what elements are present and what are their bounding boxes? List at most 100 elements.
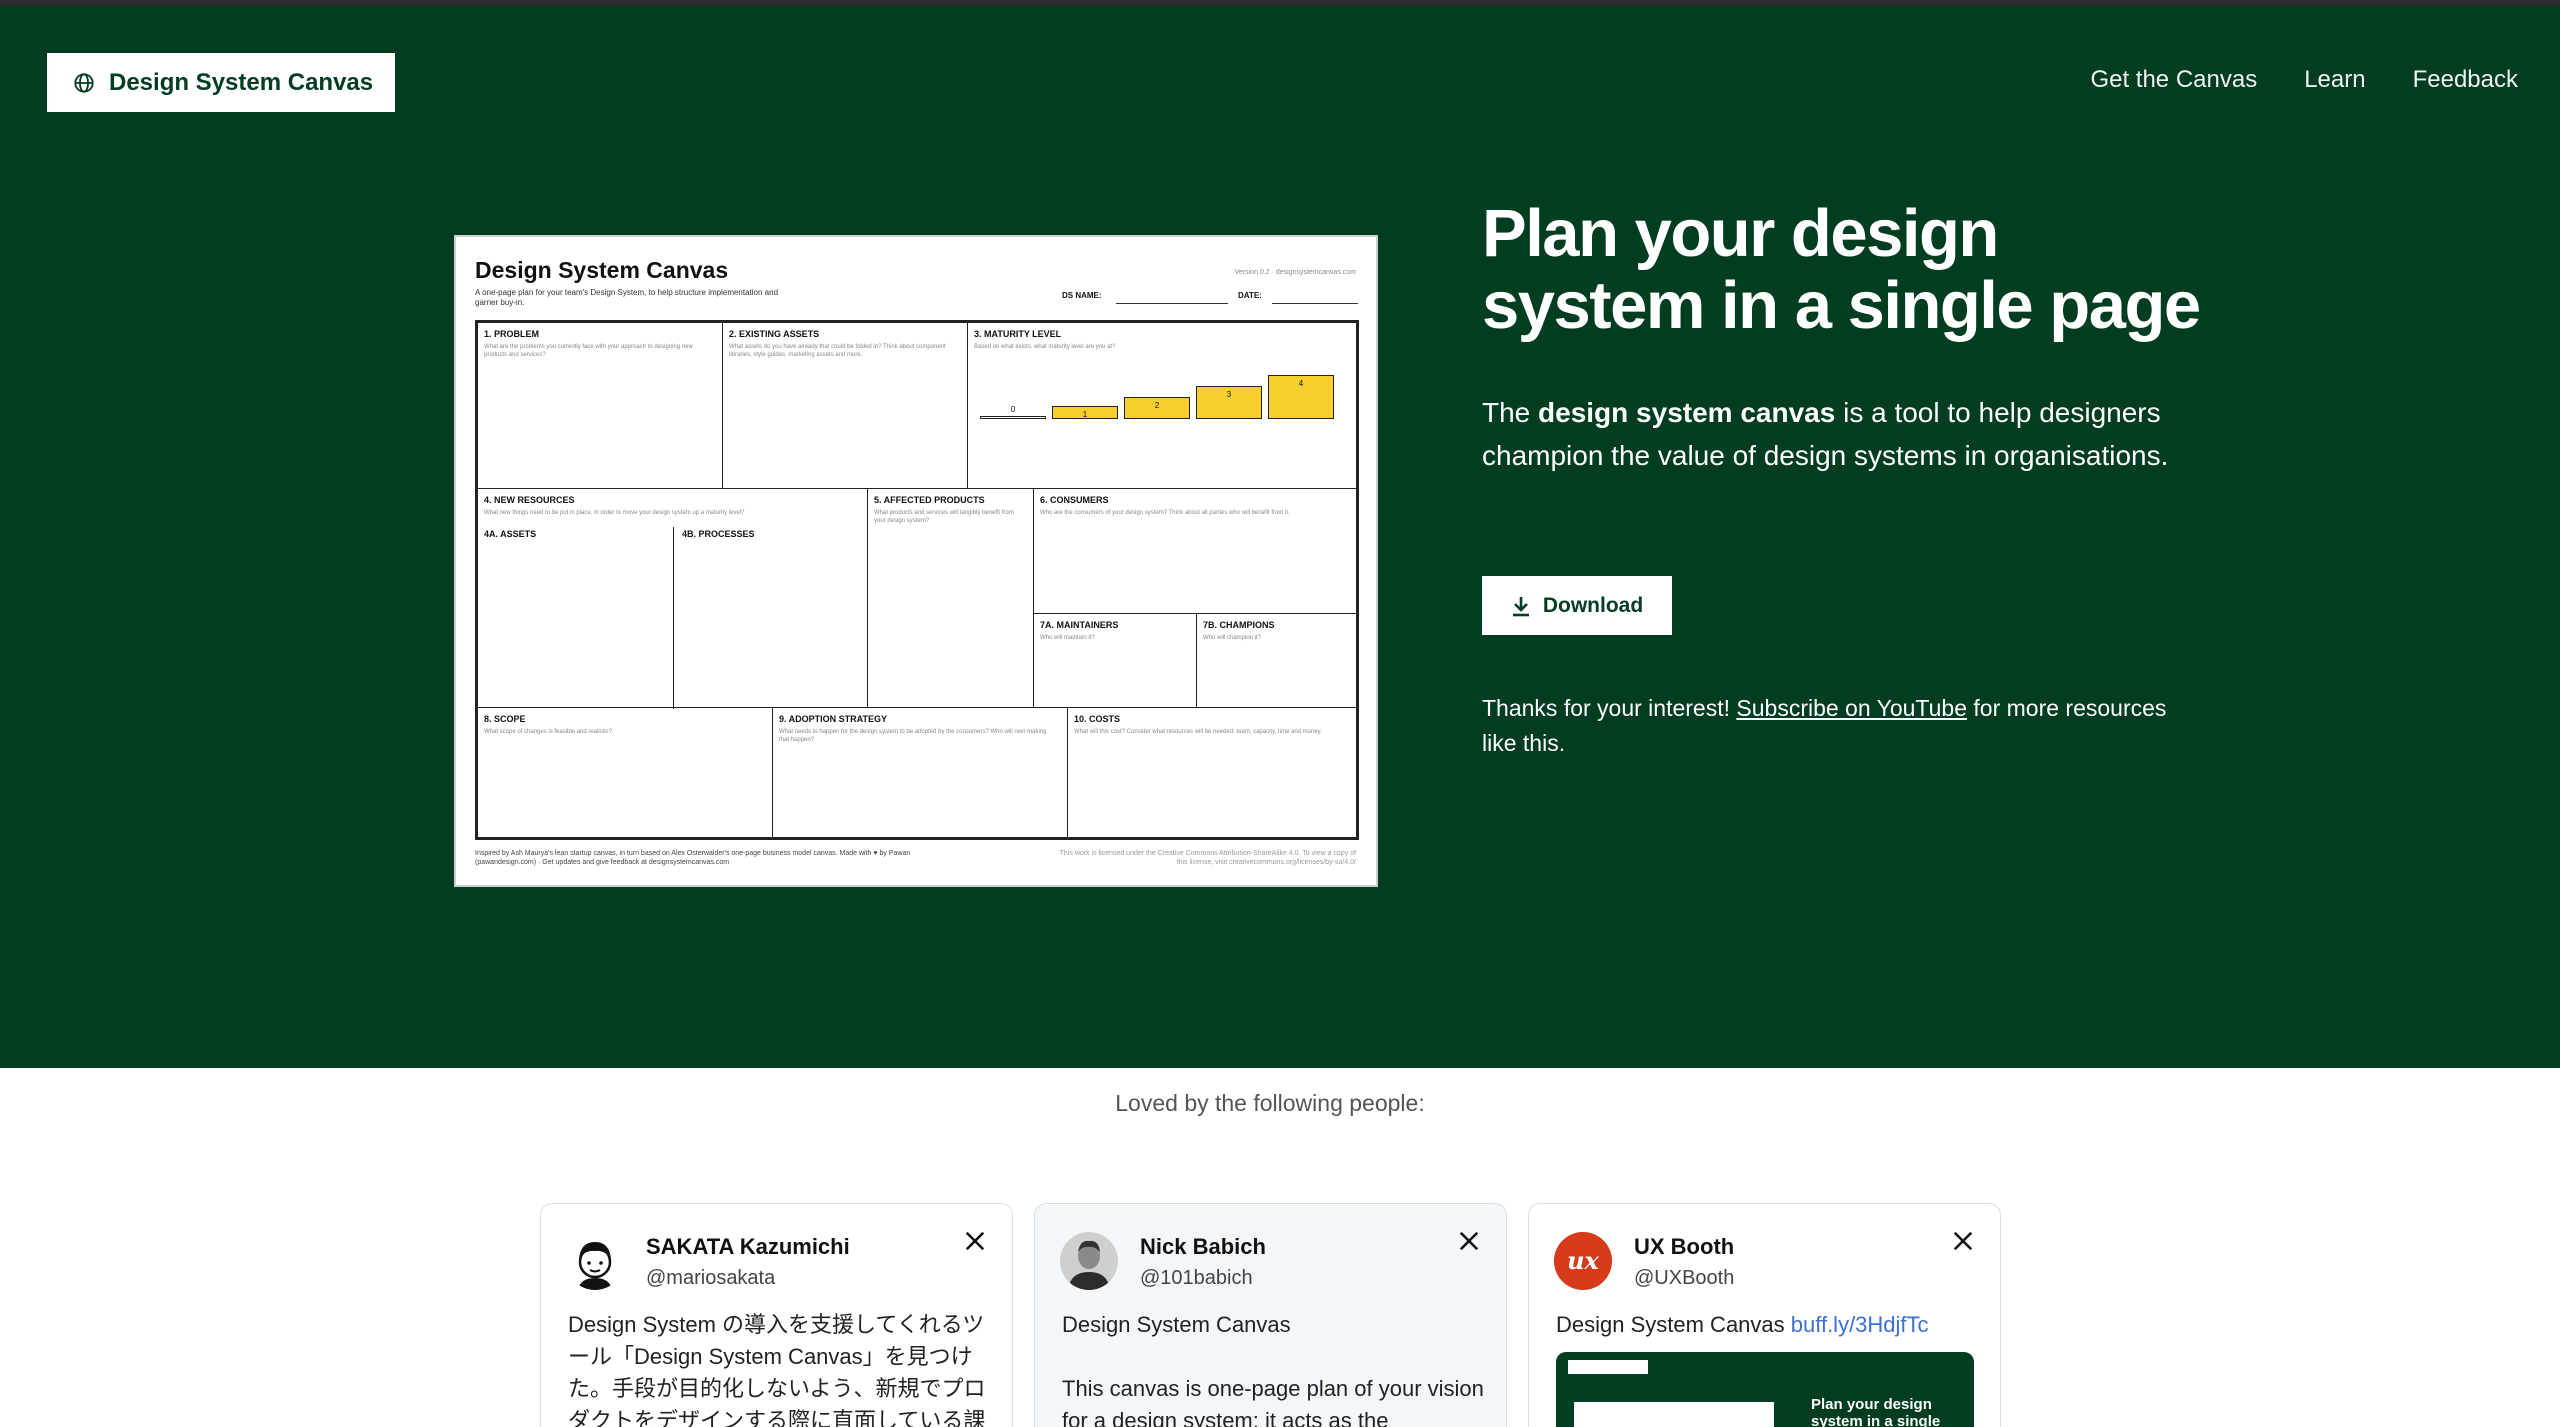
cell-hint: What will this cost? Consider what resou… — [1074, 729, 1322, 735]
x-logo-icon[interactable] — [964, 1230, 986, 1252]
cell-maintainers: 7A. MAINTAINERS Who will maintain it? — [1033, 613, 1197, 708]
subscribe-youtube-link[interactable]: Subscribe on YouTube — [1736, 695, 1967, 721]
download-label: Download — [1542, 593, 1644, 617]
cell-label: 3. MATURITY LEVEL — [974, 329, 1062, 339]
cell-label: 2. EXISTING ASSETS — [729, 329, 820, 339]
testimonial-card[interactable]: Nick Babich @101babich Design System Can… — [1034, 1203, 1507, 1427]
testimonial-text: Design System Canvas This canvas is one-… — [1062, 1309, 1487, 1427]
cell-label: 9. ADOPTION STRATEGY — [779, 714, 888, 724]
canvas-preview-subtitle: A one-page plan for your team's Design S… — [475, 288, 779, 307]
avatar[interactable]: ux — [1554, 1232, 1612, 1290]
cell-hint: What products and services will tangibly… — [874, 510, 1014, 524]
cell-label: 8. SCOPE — [484, 714, 526, 724]
maturity-bar-3: 3 — [1196, 386, 1262, 419]
maturity-bar-1: 1 — [1052, 406, 1118, 419]
testimonial-text-prefix: Design System Canvas — [1556, 1312, 1791, 1337]
thanks-text: Thanks for your interest! Subscribe on Y… — [1482, 691, 2182, 761]
cell-hint: What assets do you have already that cou… — [729, 344, 946, 358]
nav-learn[interactable]: Learn — [2304, 66, 2365, 94]
testimonial-line-1: Design System Canvas — [1062, 1312, 1291, 1337]
thumb-headline: Plan your design system in a single — [1811, 1396, 1941, 1427]
testimonial-card[interactable]: SAKATA Kazumichi @mariosakata Design Sys… — [540, 1203, 1013, 1427]
cell-scope: 8. SCOPE What scope of changes is feasib… — [477, 707, 773, 838]
cell-label: 10. COSTS — [1074, 714, 1121, 724]
cell-label: 6. CONSUMERS — [1040, 495, 1109, 505]
cell-adoption-strategy: 9. ADOPTION STRATEGY What needs to happe… — [772, 707, 1068, 838]
maturity-bar-2: 2 — [1124, 397, 1190, 419]
author-handle[interactable]: @mariosakata — [646, 1267, 775, 1290]
cell-hint: Who will maintain it? — [1040, 635, 1095, 641]
cell-maturity-level: 3. MATURITY LEVEL Based on what exists, … — [967, 322, 1357, 489]
maturity-bar-label: 4 — [1298, 379, 1304, 388]
globe-icon — [74, 72, 94, 93]
avatar[interactable] — [566, 1232, 624, 1290]
cell-label-assets: 4A. ASSETS — [484, 529, 537, 539]
maturity-bar-label: 3 — [1226, 390, 1232, 399]
hero-section: Design System Canvas Get the Canvas Lear… — [0, 6, 2560, 1068]
cell-consumers: 6. CONSUMERS Who are the consumers of yo… — [1033, 488, 1357, 614]
canvas-preview-version: Version 0.2 · designsystemcanvas.com — [1234, 269, 1356, 276]
cell-champions: 7B. CHAMPIONS Who will champion it? — [1196, 613, 1357, 708]
ds-name-line — [1116, 303, 1228, 304]
nav-feedback[interactable]: Feedback — [2413, 66, 2518, 94]
cell-label: 7A. MAINTAINERS — [1040, 620, 1119, 630]
cell-problem: 1. PROBLEM What are the problems you cur… — [477, 322, 723, 489]
cell-hint: Who are the consumers of your design sys… — [1040, 510, 1290, 516]
author-name[interactable]: UX Booth — [1634, 1234, 1734, 1260]
maturity-bar-label: 2 — [1154, 401, 1160, 410]
cell-label: 1. PROBLEM — [484, 329, 540, 339]
thanks-prefix: Thanks for your interest! — [1482, 695, 1737, 721]
author-handle[interactable]: @UXBooth — [1634, 1267, 1734, 1290]
maturity-bar-0: 0 — [980, 405, 1046, 419]
divider — [673, 527, 674, 709]
cell-affected-products: 5. AFFECTED PRODUCTS What products and s… — [867, 488, 1034, 708]
cell-new-resources: 4. NEW RESOURCES What new things need to… — [477, 488, 868, 709]
author-handle[interactable]: @101babich — [1140, 1267, 1253, 1290]
author-name[interactable]: Nick Babich — [1140, 1234, 1266, 1260]
canvas-preview-title: Design System Canvas — [475, 257, 729, 283]
canvas-grid: 1. PROBLEM What are the problems you cur… — [475, 320, 1359, 840]
cell-hint: What scope of changes is feasible and re… — [484, 729, 613, 735]
maturity-bar-label: 1 — [1082, 410, 1088, 419]
ds-name-label: DS NAME: — [1062, 291, 1102, 300]
testimonial-card[interactable]: ux UX Booth @UXBooth Design System Canva… — [1528, 1203, 2001, 1427]
x-logo-icon[interactable] — [1458, 1230, 1480, 1252]
avatar[interactable] — [1060, 1232, 1118, 1290]
testimonial-text: Design System Canvas buff.ly/3HdjfTc — [1556, 1309, 1981, 1341]
cell-hint: Based on what exists, what maturity leve… — [974, 344, 1116, 350]
cell-existing-assets: 2. EXISTING ASSETS What assets do you ha… — [722, 322, 968, 489]
download-button[interactable]: Download — [1482, 576, 1672, 635]
maturity-bar-label: 0 — [1010, 405, 1016, 414]
canvas-preview-image[interactable]: Design System Canvas A one-page plan for… — [454, 235, 1378, 887]
date-label: DATE: — [1238, 291, 1262, 300]
svg-text:ux: ux — [1567, 1246, 1599, 1275]
cell-hint: What are the problems you currently face… — [484, 344, 693, 358]
testimonials-heading: Loved by the following people: — [1115, 1090, 1425, 1116]
download-icon — [1512, 596, 1529, 616]
cell-hint: Who will champion it? — [1203, 635, 1262, 641]
cell-label: 4. NEW RESOURCES — [484, 495, 575, 505]
thumb-canvas — [1574, 1402, 1774, 1427]
hero-headline: Plan your design system in a single page — [1482, 196, 2201, 343]
cell-hint: What new things need to be put in place,… — [484, 510, 745, 516]
intro-prefix: The — [1482, 397, 1539, 428]
testimonial-text: Design System の導入を支援してくれるツール「Design Syst… — [568, 1312, 986, 1427]
maturity-bar-4: 4 — [1268, 375, 1334, 419]
link-preview-thumbnail[interactable]: Plan your design system in a single — [1556, 1352, 1974, 1427]
testimonial-link[interactable]: buff.ly/3HdjfTc — [1791, 1312, 1929, 1337]
brand-label: Design System Canvas — [109, 68, 374, 96]
brand-logo-button[interactable]: Design System Canvas — [47, 53, 395, 112]
hero-intro: The design system canvas is a tool to he… — [1482, 391, 2182, 477]
x-logo-icon[interactable] — [1952, 1230, 1974, 1252]
canvas-preview-footer: Inspired by Ash Maurya's lean startup ca… — [475, 850, 911, 866]
cell-hint: What needs to happen for the design syst… — [779, 729, 1047, 743]
cell-label: 7B. CHAMPIONS — [1203, 620, 1275, 630]
intro-bold: design system canvas — [1538, 397, 1836, 428]
cell-costs: 10. COSTS What will this cost? Consider … — [1067, 707, 1357, 838]
testimonial-line-2: This canvas is one-page plan of your vis… — [1062, 1376, 1484, 1427]
cell-label: 5. AFFECTED PRODUCTS — [874, 495, 985, 505]
canvas-preview-license: This work is licensed under the Creative… — [1059, 850, 1356, 866]
cell-label-processes: 4B. PROCESSES — [682, 529, 755, 539]
nav-get-the-canvas[interactable]: Get the Canvas — [2090, 66, 2257, 94]
author-name[interactable]: SAKATA Kazumichi — [646, 1234, 850, 1260]
